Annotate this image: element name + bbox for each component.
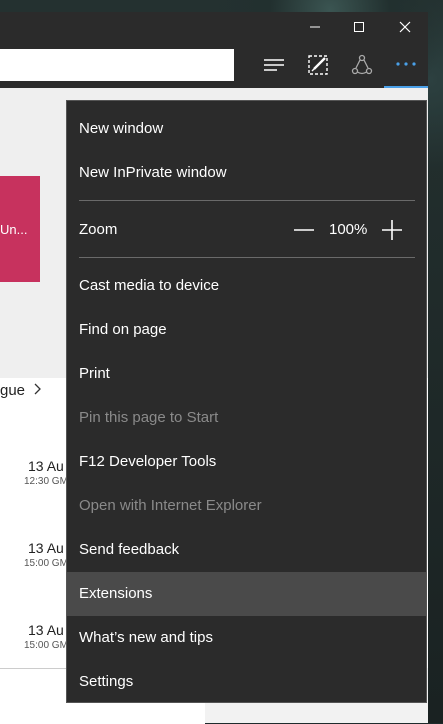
- match-time: 15:00 GM: [24, 640, 68, 651]
- match-date: 13 Au: [28, 622, 64, 638]
- zoom-label: Zoom: [79, 221, 118, 238]
- menu-item-send-feedback[interactable]: Send feedback: [67, 528, 426, 572]
- zoom-in-button[interactable]: [381, 219, 403, 241]
- zoom-value: 100%: [329, 221, 368, 238]
- match-item[interactable]: 13 Au 15:00 GM: [24, 622, 68, 651]
- menu-item-new-window[interactable]: New window: [67, 107, 426, 151]
- share-button[interactable]: [340, 42, 384, 88]
- menu-separator: [79, 200, 415, 201]
- close-button[interactable]: [382, 12, 428, 42]
- minimize-button[interactable]: [292, 12, 338, 42]
- menu-item-extensions[interactable]: Extensions: [67, 572, 426, 616]
- league-link-label: gue: [0, 382, 26, 399]
- menu-item-f12-developer-tools[interactable]: F12 Developer Tools: [67, 440, 426, 484]
- menu-item-whats-new[interactable]: What’s new and tips: [67, 616, 426, 660]
- chevron-right-icon: [34, 383, 42, 395]
- web-note-button[interactable]: [296, 42, 340, 88]
- menu-item-cast-media[interactable]: Cast media to device: [67, 264, 426, 308]
- menu-item-settings[interactable]: Settings: [67, 660, 426, 704]
- match-date: 13 Au: [28, 458, 64, 474]
- promo-tile-text: Un...: [0, 222, 28, 237]
- menu-item-new-inprivate-window[interactable]: New InPrivate window: [67, 151, 426, 195]
- menu-item-open-with-ie: Open with Internet Explorer: [79, 497, 262, 514]
- menu-item-find-on-page[interactable]: Find on page: [67, 308, 426, 352]
- share-icon: [351, 54, 373, 75]
- browser-toolbar: [0, 42, 428, 88]
- promo-tile[interactable]: Un...: [0, 176, 40, 282]
- match-date: 13 Au: [28, 540, 64, 556]
- more-actions-button[interactable]: [384, 42, 428, 88]
- match-time: 12:30 GM: [24, 476, 68, 487]
- match-item[interactable]: 13 Au 15:00 GM: [24, 540, 68, 569]
- zoom-row: Zoom 100%: [67, 207, 426, 253]
- match-item[interactable]: 13 Au 12:30 GM: [24, 458, 68, 487]
- more-icon: [396, 62, 416, 66]
- edge-window: Un... gue 13 Au 12:30 GM 13 Au 15:00 GM …: [0, 12, 428, 724]
- menu-separator: [79, 257, 415, 258]
- close-icon: [399, 21, 411, 33]
- hub-button[interactable]: [252, 42, 296, 88]
- address-bar[interactable]: [0, 49, 234, 81]
- menu-item-print[interactable]: Print: [67, 352, 426, 396]
- web-note-icon: [308, 55, 328, 75]
- minimize-icon: [310, 26, 320, 28]
- match-time: 15:00 GM: [24, 558, 68, 569]
- settings-more-menu: New window New InPrivate window Zoom 100…: [66, 100, 427, 703]
- maximize-icon: [354, 22, 364, 32]
- title-bar: [0, 12, 428, 42]
- league-link[interactable]: gue: [0, 382, 43, 399]
- hub-icon: [264, 59, 284, 71]
- zoom-out-button[interactable]: [293, 220, 315, 240]
- maximize-button[interactable]: [336, 12, 382, 42]
- zoom-in-icon: [382, 220, 402, 240]
- menu-item-pin-to-start: Pin this page to Start: [79, 409, 219, 426]
- zoom-out-icon: [294, 229, 314, 231]
